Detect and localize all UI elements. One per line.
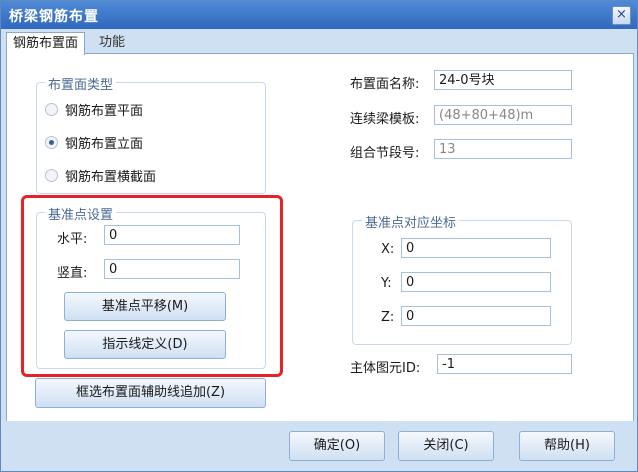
segment-number-label: 组合节段号: — [350, 146, 420, 161]
plane-name-label: 布置面名称: — [350, 77, 420, 92]
element-id-input[interactable]: -1 — [437, 354, 572, 374]
tab-rebar-plane[interactable]: 钢筋布置面 — [6, 32, 86, 55]
radio-dot-selected[interactable] — [45, 136, 58, 149]
add-guide-line-button[interactable]: 框选布置面辅助线追加(Z) — [35, 378, 266, 408]
close-icon[interactable]: × — [612, 6, 631, 25]
z-label: Z: — [381, 310, 395, 325]
plane-type-group: 布置面类型 钢筋布置平面 钢筋布置立面 钢筋布置横截面 — [36, 74, 266, 194]
y-label: Y: — [381, 276, 392, 291]
ok-button[interactable]: 确定(O) — [289, 431, 385, 461]
y-input[interactable]: 0 — [401, 272, 551, 292]
radio-dot[interactable] — [45, 103, 58, 116]
radio-label: 钢筋布置立面 — [65, 137, 144, 152]
help-button[interactable]: 帮助(H) — [519, 431, 615, 461]
tab-strip: 钢筋布置面 功能 — [1, 30, 637, 55]
window-title: 桥梁钢筋布置 — [9, 9, 99, 25]
radio-dot[interactable] — [45, 169, 58, 182]
girder-template-label: 连续梁模板: — [350, 112, 420, 127]
close-button[interactable]: 关闭(C) — [398, 431, 494, 461]
dialog-window: 桥梁钢筋布置 × 钢筋布置面 功能 布置面类型 钢筋布置平面 钢筋布置立面 钢筋… — [0, 0, 638, 472]
x-input[interactable]: 0 — [401, 238, 551, 258]
segment-number-input[interactable]: 13 — [434, 139, 572, 159]
base-point-coords-group: 基准点对应坐标 X: 0 Y: 0 Z: 0 — [352, 212, 572, 345]
z-input[interactable]: 0 — [401, 306, 551, 326]
title-bar[interactable]: 桥梁钢筋布置 × — [1, 1, 637, 29]
button-bar: 确定(O) 关闭(C) 帮助(H) — [1, 421, 637, 471]
element-id-label: 主体图元ID: — [350, 361, 421, 376]
girder-template-input[interactable]: (48+80+48)m — [434, 105, 572, 125]
plane-type-legend: 布置面类型 — [45, 74, 117, 93]
plane-name-input[interactable]: 24-0号块 — [434, 70, 572, 90]
coords-legend: 基准点对应坐标 — [362, 212, 460, 231]
x-label: X: — [381, 242, 395, 257]
radio-label: 钢筋布置横截面 — [65, 170, 157, 185]
tab-functions[interactable]: 功能 — [93, 32, 131, 54]
highlight-box — [21, 195, 283, 377]
radio-label: 钢筋布置平面 — [65, 104, 144, 119]
